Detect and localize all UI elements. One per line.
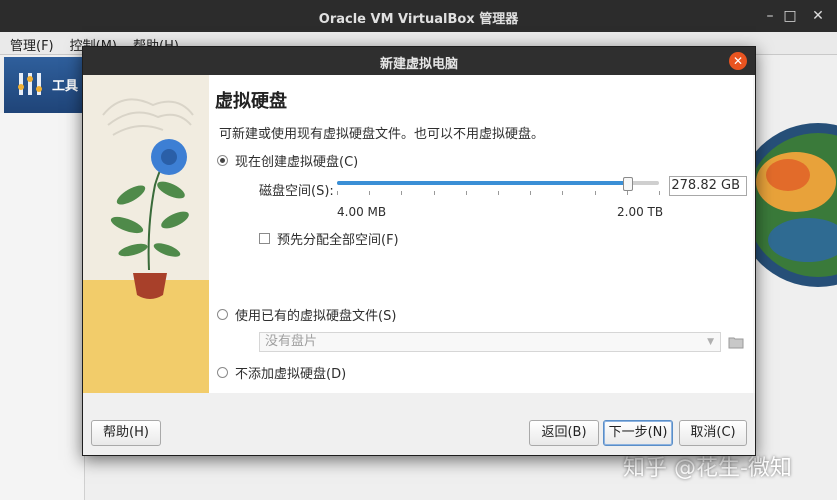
page-heading: 虚拟硬盘 [215,91,287,112]
radio-no-disk[interactable] [217,366,228,378]
slider-tick [337,191,338,195]
slider-handle[interactable] [622,177,633,191]
vm-list-sidebar [0,113,85,500]
tools-item[interactable]: 工具 [4,57,84,113]
back-button[interactable]: 返回(B) [529,420,599,446]
page-description: 可新建或使用现有虚拟硬盘文件。也可以不用虚拟硬盘。 [219,127,545,142]
tools-icon [18,73,42,95]
main-window-titlebar: Oracle VM VirtualBox 管理器 – □ ✕ [0,0,837,32]
next-button[interactable]: 下一步(N) [603,420,673,446]
disk-size-min-label: 4.00 MB [337,205,387,219]
radio-create-new[interactable] [217,154,228,166]
slider-fill [337,181,627,185]
slider-tick [626,191,628,195]
dialog-titlebar: 新建虚拟电脑 ✕ [83,47,755,75]
close-icon[interactable]: ✕ [808,6,828,26]
cancel-button[interactable]: 取消(C) [679,420,747,446]
dialog-title: 新建虚拟电脑 [379,57,458,72]
option-no-disk[interactable]: 不添加虚拟硬盘(D) [217,363,347,382]
slider-tick [433,191,435,195]
option-use-existing-label: 使用已有的虚拟硬盘文件(S) [235,308,397,324]
radio-use-existing[interactable] [217,308,228,320]
new-vm-dialog: 新建虚拟电脑 ✕ 虚拟硬盘 可新建或使用现有虚拟硬盘文件。也可以不用虚拟硬盘。 … [82,46,756,456]
maximize-icon[interactable]: □ [780,6,800,26]
preallocate-label: 预先分配全部空间(F) [277,232,399,248]
existing-file-select[interactable]: 没有盘片 ▼ [259,332,721,352]
minimize-icon[interactable]: – [760,6,780,26]
tools-label: 工具 [52,79,79,94]
option-no-disk-label: 不添加虚拟硬盘(D) [235,366,347,382]
disk-size-label: 磁盘空间(S): [259,184,334,199]
help-button[interactable]: 帮助(H) [91,420,161,446]
menu-manage[interactable]: 管理(F) [0,32,60,54]
preallocate-checkbox[interactable] [259,232,270,244]
slider-tick [498,191,499,195]
option-create-new-label: 现在创建虚拟硬盘(C) [235,154,359,170]
dialog-close-icon[interactable]: ✕ [729,52,747,70]
welcome-globe-image [748,123,837,287]
wizard-illustration [83,75,209,393]
main-window-title: Oracle VM VirtualBox 管理器 [318,12,519,27]
slider-tick [401,191,403,195]
slider-tick [594,191,596,195]
chevron-down-icon: ▼ [707,337,714,347]
preallocate-option[interactable]: 预先分配全部空间(F) [259,229,399,248]
slider-tick [530,191,532,195]
disk-size-slider[interactable] [337,177,659,191]
slider-tick [659,191,660,195]
existing-file-placeholder: 没有盘片 [265,334,318,349]
disk-size-input[interactable]: 278.82 GB [669,176,747,196]
option-create-new[interactable]: 现在创建虚拟硬盘(C) [217,151,359,170]
dialog-content: 虚拟硬盘 可新建或使用现有虚拟硬盘文件。也可以不用虚拟硬盘。 现在创建虚拟硬盘(… [209,75,753,413]
slider-tick [369,191,371,195]
folder-open-icon[interactable] [727,333,745,351]
slider-tick [465,191,467,195]
option-use-existing[interactable]: 使用已有的虚拟硬盘文件(S) [217,305,397,324]
slider-tick [562,191,564,195]
disk-size-max-label: 2.00 TB [617,205,664,219]
